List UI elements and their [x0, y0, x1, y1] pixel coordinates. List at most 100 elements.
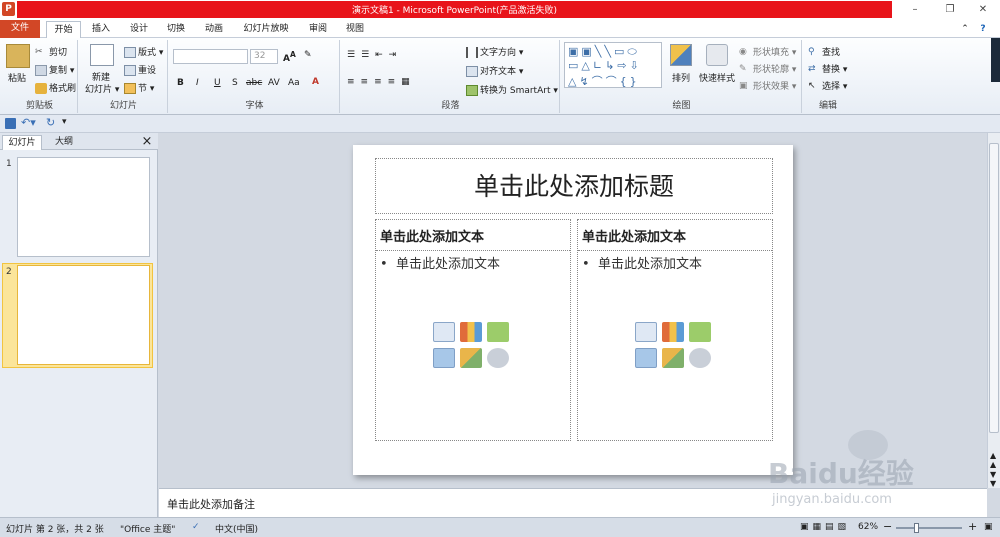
- grow-font-icon[interactable]: AA: [283, 50, 296, 64]
- new-slide-icon[interactable]: [90, 44, 114, 66]
- shape-outline-button[interactable]: ✎ 形状轮廓 ▾: [739, 62, 796, 75]
- insert-table-icon[interactable]: [433, 322, 455, 342]
- format-painter-button[interactable]: 格式刷: [35, 81, 76, 94]
- strikethrough-button[interactable]: abc: [246, 78, 262, 88]
- left-bullet[interactable]: • 单击此处添加文本: [380, 253, 500, 272]
- arrange-icon[interactable]: [670, 44, 692, 66]
- minimize-icon[interactable]: –: [908, 3, 922, 17]
- shapes-row-3[interactable]: △↯⌒⌒{}: [568, 73, 640, 89]
- insert-clipart-icon[interactable]: [460, 348, 482, 368]
- insert-media-icon[interactable]: [487, 348, 509, 368]
- slide[interactable]: 单击此处添加标题 单击此处添加文本 • 单击此处添加文本 单击此处添加文本 • …: [353, 145, 793, 475]
- paste-icon[interactable]: [6, 44, 30, 68]
- insert-smartart-icon[interactable]: [487, 322, 509, 342]
- theme-name[interactable]: "Office 主题": [120, 522, 175, 535]
- side-panel-icon[interactable]: [991, 38, 1000, 82]
- vertical-scrollbar[interactable]: ▲ ▲ ▼ ▼: [987, 133, 1000, 488]
- tab-file[interactable]: 文件: [0, 20, 40, 38]
- font-color-icon[interactable]: A: [312, 77, 319, 87]
- tab-outline[interactable]: 大纲: [46, 135, 82, 150]
- fit-slide-icon[interactable]: ▣: [984, 522, 993, 532]
- bold-button[interactable]: B: [177, 78, 184, 88]
- tab-transitions[interactable]: 切换: [159, 21, 193, 38]
- tab-slideshow[interactable]: 幻灯片放映: [236, 21, 296, 38]
- tab-animations[interactable]: 动画: [197, 21, 231, 38]
- font-size-field[interactable]: 32: [250, 49, 278, 64]
- next-slide-icon[interactable]: ▼ ▼: [990, 470, 996, 488]
- insert-clipart-icon[interactable]: [662, 348, 684, 368]
- scroll-thumb[interactable]: [989, 143, 999, 433]
- left-heading[interactable]: 单击此处添加文本: [376, 220, 570, 251]
- list-icons[interactable]: ☰☰⇤⇥: [347, 50, 402, 60]
- left-content-placeholder[interactable]: 单击此处添加文本 • 单击此处添加文本: [375, 219, 571, 441]
- italic-button[interactable]: I: [196, 78, 199, 88]
- shapes-gallery[interactable]: ▣▣╲╲▭⬭ ▭△∟↳⇨⇩ △↯⌒⌒{}: [564, 42, 662, 88]
- prev-slide-icon[interactable]: ▲ ▲: [990, 451, 996, 469]
- zoom-level[interactable]: 62%: [858, 522, 878, 532]
- smartart-button[interactable]: 转换为 SmartArt ▾: [466, 83, 558, 96]
- replace-button[interactable]: ⇄ 替换 ▾: [808, 62, 847, 75]
- tab-design[interactable]: 设计: [122, 21, 156, 38]
- section-button[interactable]: 节 ▾: [124, 81, 154, 94]
- arrange-button[interactable]: 排列: [672, 71, 690, 84]
- select-button[interactable]: ↖ 选择 ▾: [808, 79, 847, 92]
- insert-table-icon[interactable]: [635, 322, 657, 342]
- text-direction-button[interactable]: 文字方向 ▾: [466, 45, 523, 58]
- align-text-button[interactable]: 对齐文本 ▾: [466, 64, 523, 77]
- notes-placeholder[interactable]: 单击此处添加备注: [167, 496, 255, 512]
- insert-media-icon[interactable]: [689, 348, 711, 368]
- underline-button[interactable]: U: [214, 78, 221, 88]
- copy-button[interactable]: 复制 ▾: [35, 63, 74, 76]
- slide-thumbnail-1[interactable]: [17, 157, 150, 257]
- powerpoint-app-icon[interactable]: P: [2, 2, 15, 16]
- collapse-ribbon-icon[interactable]: ⌃: [958, 21, 972, 38]
- right-heading[interactable]: 单击此处添加文本: [578, 220, 772, 251]
- paste-button[interactable]: 粘贴: [8, 71, 26, 84]
- new-slide-label-2[interactable]: 幻灯片 ▾: [85, 82, 119, 95]
- align-icons[interactable]: ≡≡≡≡▦: [347, 77, 416, 87]
- quick-styles-button[interactable]: 快速样式: [699, 71, 735, 84]
- close-icon[interactable]: ✕: [976, 3, 990, 17]
- change-case-button[interactable]: Aa: [288, 78, 300, 88]
- cut-button[interactable]: ✂ 剪切: [35, 45, 67, 58]
- close-pane-icon[interactable]: ×: [140, 135, 154, 150]
- zoom-slider[interactable]: [896, 527, 962, 529]
- spellcheck-icon[interactable]: ✓: [192, 522, 200, 532]
- title-placeholder[interactable]: 单击此处添加标题: [375, 158, 773, 214]
- tab-slides[interactable]: 幻灯片: [2, 135, 42, 150]
- right-content-placeholder[interactable]: 单击此处添加文本 • 单击此处添加文本: [577, 219, 773, 441]
- insert-chart-icon[interactable]: [662, 322, 684, 342]
- shape-effects-button[interactable]: ▣ 形状效果 ▾: [739, 79, 796, 92]
- restore-icon[interactable]: ❐: [943, 3, 957, 17]
- save-icon[interactable]: [5, 118, 16, 129]
- insert-picture-icon[interactable]: [433, 348, 455, 368]
- tab-home[interactable]: 开始: [46, 21, 81, 38]
- zoom-out-icon[interactable]: −: [883, 520, 892, 533]
- redo-icon[interactable]: ↻: [46, 116, 55, 129]
- tab-review[interactable]: 审阅: [301, 21, 335, 38]
- shape-fill-button[interactable]: ◉ 形状填充 ▾: [739, 45, 796, 58]
- view-buttons[interactable]: ▣▦▤▧: [800, 522, 850, 532]
- customize-toolbar-icon[interactable]: ▾: [62, 117, 67, 127]
- char-spacing-button[interactable]: AV: [268, 78, 280, 88]
- insert-picture-icon[interactable]: [635, 348, 657, 368]
- zoom-slider-handle[interactable]: [914, 523, 919, 533]
- slide-thumbnail-2[interactable]: [17, 265, 150, 365]
- tab-insert[interactable]: 插入: [84, 21, 118, 38]
- quick-styles-icon[interactable]: [706, 44, 728, 66]
- layout-button[interactable]: 版式 ▾: [124, 45, 163, 58]
- help-icon[interactable]: ?: [976, 21, 990, 38]
- reset-button[interactable]: 重设: [124, 63, 156, 76]
- shapes-row-1[interactable]: ▣▣╲╲▭⬭: [568, 45, 640, 59]
- right-bullet[interactable]: • 单击此处添加文本: [582, 253, 702, 272]
- insert-chart-icon[interactable]: [460, 322, 482, 342]
- insert-smartart-icon[interactable]: [689, 322, 711, 342]
- find-button[interactable]: ⚲ 查找: [808, 45, 840, 58]
- shapes-row-2[interactable]: ▭△∟↳⇨⇩: [568, 59, 642, 72]
- zoom-in-icon[interactable]: +: [968, 520, 977, 533]
- undo-icon[interactable]: ↶▾: [21, 116, 36, 129]
- clear-format-icon[interactable]: ✎: [304, 50, 312, 60]
- shadow-button[interactable]: S: [232, 78, 238, 88]
- language[interactable]: 中文(中国): [215, 522, 258, 535]
- font-name-field[interactable]: [173, 49, 248, 64]
